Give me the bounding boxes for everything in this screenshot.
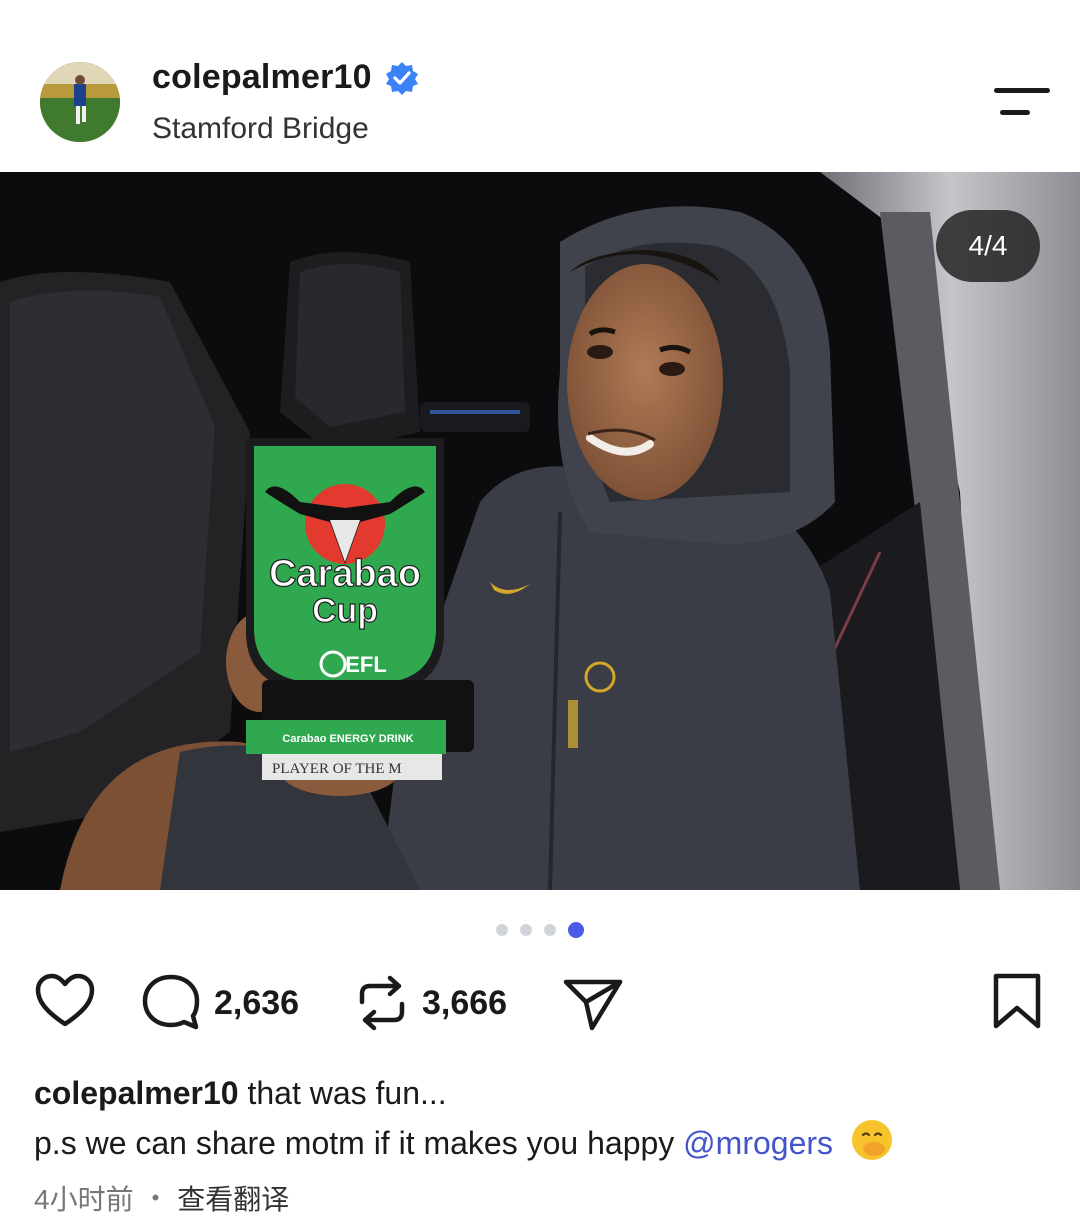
like-button[interactable] [34, 972, 96, 1030]
share-button[interactable] [562, 972, 624, 1034]
carousel-dot[interactable] [496, 924, 508, 936]
repost-button[interactable]: 3,666 [354, 972, 507, 1034]
caption-line2: p.s we can share motm if it makes you ha… [34, 1125, 675, 1161]
post-location[interactable]: Stamford Bridge [152, 112, 369, 146]
caption-mention[interactable]: @mrogers [683, 1125, 833, 1161]
bookmark-icon [993, 973, 1041, 1029]
trophy-plinth-top: Carabao ENERGY DRINK [282, 733, 413, 745]
comment-icon [142, 974, 200, 1030]
post-username[interactable]: colepalmer10 [152, 58, 372, 97]
repost-icon [359, 975, 405, 1031]
post-time: 4小时前 [34, 1184, 134, 1215]
comment-count: 2,636 [214, 983, 300, 1022]
caption-line1: that was fun... [247, 1075, 447, 1111]
trophy-league: EFL [345, 652, 387, 677]
hand-over-mouth-emoji [851, 1120, 892, 1160]
post-meta: 4小时前 • 查看翻译 [34, 1178, 289, 1218]
post-caption: colepalmer10 that was fun... p.s we can … [34, 1068, 1054, 1168]
trophy-brand-line2: Cup [312, 592, 378, 630]
comment-button[interactable]: 2,636 [140, 972, 299, 1034]
meta-separator: • [151, 1185, 160, 1210]
image-counter-badge: 4/4 [936, 210, 1040, 282]
bookmark-button[interactable] [990, 972, 1044, 1032]
translate-link[interactable]: 查看翻译 [177, 1178, 289, 1218]
verified-badge-icon [385, 61, 418, 95]
mention-symbol: @ [683, 1125, 716, 1161]
mention-username: mrogers [715, 1125, 834, 1161]
heart-icon [35, 973, 95, 1027]
carousel-dot[interactable] [544, 924, 556, 936]
carousel-dot-active[interactable] [568, 922, 584, 938]
carousel-indicator [0, 922, 1080, 938]
menu-icon[interactable] [992, 84, 1052, 120]
trophy-brand-line1: Carabao [269, 553, 421, 595]
carousel-dot[interactable] [520, 924, 532, 936]
avatar-image [40, 62, 120, 142]
photo-scene: Carabao Cup EFL Carabao ENERGY DRINK PLA… [0, 172, 1080, 890]
post-header: colepalmer10 Stamford Bridge [0, 0, 1080, 172]
trophy-plinth-bottom: PLAYER OF THE M [272, 761, 402, 777]
caption-username[interactable]: colepalmer10 [34, 1075, 239, 1111]
post-image[interactable]: Carabao Cup EFL Carabao ENERGY DRINK PLA… [0, 172, 1080, 890]
share-icon [563, 979, 623, 1031]
action-bar: 2,636 3,666 [0, 972, 1080, 1042]
repost-count: 3,666 [422, 983, 508, 1022]
profile-avatar[interactable] [40, 62, 120, 142]
